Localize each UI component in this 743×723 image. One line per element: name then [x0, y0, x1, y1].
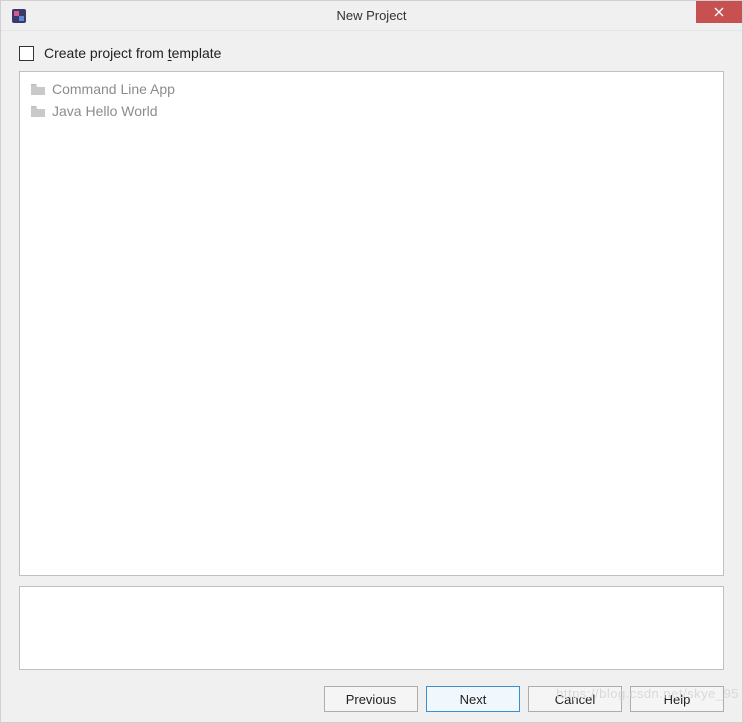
close-button[interactable]: [696, 1, 742, 23]
template-item-label: Java Hello World: [52, 103, 158, 119]
help-button[interactable]: Help: [630, 686, 724, 712]
next-button[interactable]: Next: [426, 686, 520, 712]
folder-icon: [30, 104, 46, 118]
checkbox-label: Create project from template: [44, 45, 221, 61]
create-from-template-checkbox[interactable]: Create project from template: [19, 45, 724, 61]
cancel-button[interactable]: Cancel: [528, 686, 622, 712]
template-item-label: Command Line App: [52, 81, 175, 97]
app-icon: [11, 8, 27, 24]
checkbox-box: [19, 46, 34, 61]
template-item[interactable]: Command Line App: [24, 78, 719, 100]
dialog-content: Create project from template Command Lin…: [1, 31, 742, 676]
previous-button[interactable]: Previous: [324, 686, 418, 712]
folder-icon: [30, 82, 46, 96]
titlebar: New Project: [1, 1, 742, 31]
new-project-dialog: New Project Create project from template…: [0, 0, 743, 723]
window-title: New Project: [1, 8, 742, 23]
close-icon: [714, 7, 724, 17]
template-item[interactable]: Java Hello World: [24, 100, 719, 122]
button-row: Previous Next Cancel Help: [1, 676, 742, 722]
template-description-panel: [19, 586, 724, 670]
template-list[interactable]: Command Line App Java Hello World: [19, 71, 724, 576]
